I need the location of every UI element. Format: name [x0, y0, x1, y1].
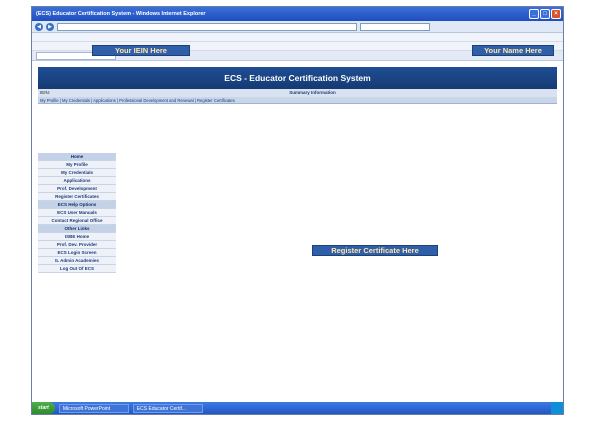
register-callout: Register Certificate Here [312, 245, 438, 256]
address-bar: ◀ ▶ [32, 21, 563, 33]
window-titlebar: (ECS) Educator Certification System - Wi… [32, 7, 563, 21]
summary-bar: IEIN: Summary Information [38, 89, 557, 97]
sidebar-item-home[interactable]: Home [38, 153, 116, 161]
sidebar-item-applications[interactable]: Applications [38, 177, 116, 185]
announcements [120, 153, 555, 398]
sidebar-item-log-out[interactable]: Log Out Of ECS [38, 265, 116, 273]
iein-label: IEIN: [40, 90, 51, 95]
sidebar-item-prof-development[interactable]: Prof. Development [38, 185, 116, 193]
system-tray [551, 402, 563, 414]
iein-callout: Your IEIN Here [92, 45, 190, 56]
sidebar-item-other-links[interactable]: Other Links [38, 225, 116, 233]
minimize-icon[interactable]: _ [529, 9, 539, 19]
maximize-icon[interactable]: □ [540, 9, 550, 19]
page-content: ECS - Educator Certification System IEIN… [32, 63, 563, 402]
sidebar-item-help-options[interactable]: ECS Help Options [38, 201, 116, 209]
sidebar-item-register-certificates[interactable]: Register Certificates [38, 193, 116, 201]
summary-heading: Summary Information [289, 90, 336, 95]
window-title: (ECS) Educator Certification System - Wi… [36, 11, 206, 17]
page-title: ECS - Educator Certification System [38, 67, 557, 89]
sidebar-item-admin-academies[interactable]: IL Admin Academies [38, 257, 116, 265]
sidebar-item-my-profile[interactable]: My Profile [38, 161, 116, 169]
sidebar-item-my-credentials[interactable]: My Credentials [38, 169, 116, 177]
sidebar-item-isbe-home[interactable]: ISBE Home [38, 233, 116, 241]
forward-icon[interactable]: ▶ [46, 22, 54, 31]
taskbar-item-powerpoint[interactable]: Microsoft PowerPoint [58, 403, 129, 413]
taskbar-item-ecs[interactable]: ECS Educator Certif... [132, 403, 203, 413]
sidebar-item-contact-office[interactable]: Contact Regional Office [38, 217, 116, 225]
taskbar: start Microsoft PowerPoint ECS Educator … [32, 402, 563, 414]
sidebar: Home My Profile My Credentials Applicati… [38, 153, 116, 398]
browser-window: (ECS) Educator Certification System - Wi… [31, 6, 564, 415]
back-icon[interactable]: ◀ [35, 22, 43, 31]
url-field[interactable] [57, 22, 357, 31]
name-callout: Your Name Here [472, 45, 554, 56]
close-icon[interactable]: × [551, 9, 561, 19]
search-field[interactable] [360, 22, 430, 31]
sidebar-item-prof-dev-provider[interactable]: Prof. Dev. Provider [38, 241, 116, 249]
top-navigation[interactable]: My Profile | My Credentials | Applicatio… [38, 97, 557, 104]
sidebar-item-login-screen[interactable]: ECS Login Screen [38, 249, 116, 257]
sidebar-item-user-manuals[interactable]: ECS User Manuals [38, 209, 116, 217]
start-button[interactable]: start [32, 402, 55, 414]
command-bar [32, 33, 563, 42]
